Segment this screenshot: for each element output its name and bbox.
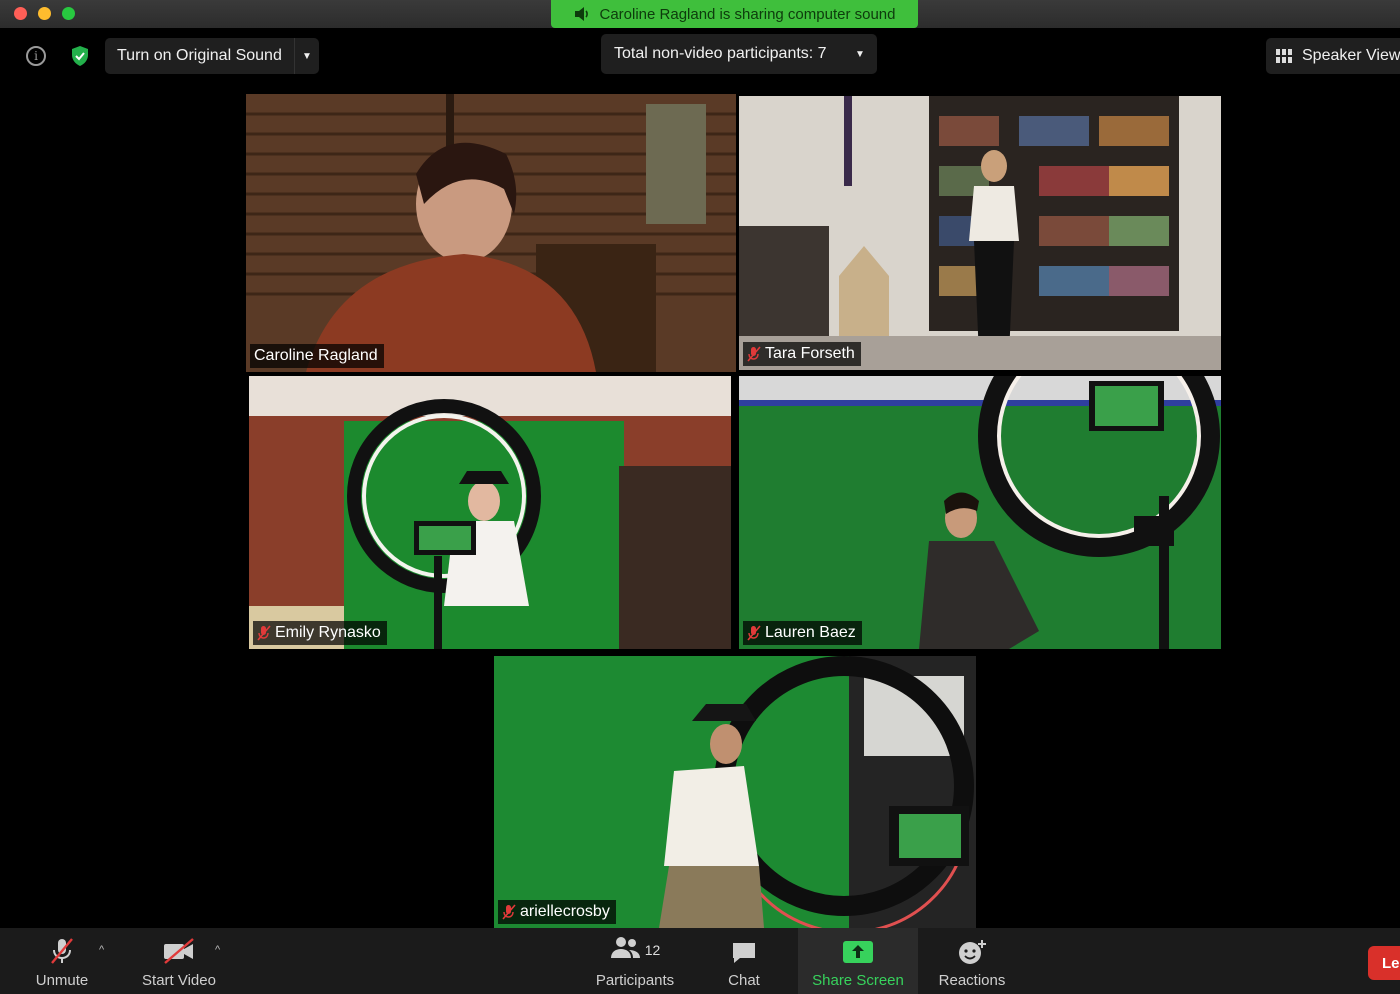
- participant-name-tag: Caroline Ragland: [250, 344, 384, 368]
- video-camera-off-icon: [164, 938, 194, 964]
- audio-options-caret[interactable]: ^: [99, 944, 104, 956]
- video-tile-tara[interactable]: Tara Forseth: [739, 96, 1221, 370]
- zoom-window-button[interactable]: [62, 7, 75, 20]
- minimize-window-button[interactable]: [38, 7, 51, 20]
- window-title-bar: Caroline Ragland is sharing computer sou…: [0, 0, 1400, 28]
- video-feed: [249, 376, 731, 649]
- reactions-label: Reactions: [938, 972, 1006, 989]
- participants-label: Participants: [595, 972, 675, 989]
- meeting-toolbar: Unmute ^ Start Video ^ 12 Participants C…: [0, 928, 1400, 994]
- participant-name: Tara Forseth: [765, 345, 855, 362]
- speaker-icon: [575, 7, 589, 21]
- muted-mic-icon: [747, 346, 761, 362]
- unmute-button[interactable]: Unmute: [28, 928, 96, 994]
- participant-name-tag: ariellecrosby: [498, 900, 616, 924]
- participant-name: Lauren Baez: [765, 624, 856, 641]
- original-sound-button[interactable]: Turn on Original Sound ▼: [105, 38, 319, 74]
- info-icon[interactable]: i: [26, 46, 46, 66]
- chevron-down-icon[interactable]: ▼: [294, 38, 319, 74]
- video-tile-arielle[interactable]: ariellecrosby: [494, 656, 976, 928]
- video-feed: [494, 656, 976, 928]
- encryption-shield-icon[interactable]: [70, 45, 90, 67]
- start-video-label: Start Video: [142, 972, 216, 989]
- participant-name: Emily Rynasko: [275, 624, 381, 641]
- participant-name-tag: Lauren Baez: [743, 621, 862, 645]
- original-sound-label: Turn on Original Sound: [117, 47, 282, 64]
- share-banner-text: Caroline Ragland is sharing computer sou…: [599, 5, 896, 23]
- chat-button[interactable]: Chat: [714, 928, 774, 994]
- share-screen-button[interactable]: Share Screen: [798, 928, 918, 994]
- start-video-button[interactable]: Start Video: [132, 928, 226, 994]
- video-options-caret[interactable]: ^: [215, 944, 220, 956]
- non-video-participants-label: Total non-video participants: 7: [614, 45, 827, 62]
- chevron-down-icon: ▼: [855, 48, 865, 60]
- chat-bubble-icon: [733, 943, 755, 963]
- close-window-button[interactable]: [14, 7, 27, 20]
- participants-icon: [610, 937, 640, 958]
- video-feed: [246, 94, 736, 372]
- share-screen-label: Share Screen: [812, 972, 904, 989]
- leave-button[interactable]: Leave: [1368, 946, 1400, 980]
- participant-name-tag: Emily Rynasko: [253, 621, 387, 645]
- participants-button[interactable]: 12 Participants: [586, 928, 684, 994]
- muted-mic-icon: [747, 625, 761, 641]
- chat-label: Chat: [728, 972, 760, 989]
- unmute-label: Unmute: [35, 972, 89, 989]
- speaker-view-button[interactable]: Speaker View: [1266, 38, 1400, 74]
- video-tile-emily[interactable]: Emily Rynasko: [249, 376, 731, 649]
- share-screen-icon: [843, 941, 873, 963]
- participants-count: 12: [644, 942, 661, 958]
- muted-mic-icon: [257, 625, 271, 641]
- reactions-button[interactable]: Reactions: [930, 928, 1014, 994]
- sharing-sound-banner[interactable]: Caroline Ragland is sharing computer sou…: [551, 0, 918, 28]
- non-video-participants-dropdown[interactable]: Total non-video participants: 7 ▼: [601, 34, 877, 74]
- view-label: Speaker View: [1302, 47, 1400, 64]
- muted-mic-icon: [502, 904, 516, 920]
- emoji-add-icon: [959, 940, 986, 964]
- participant-name-tag: Tara Forseth: [743, 342, 861, 366]
- leave-label: Leave: [1382, 954, 1400, 972]
- meeting-top-bar: i Turn on Original Sound ▼ Total non-vid…: [0, 28, 1400, 84]
- video-tile-lauren[interactable]: Lauren Baez: [739, 376, 1221, 649]
- participant-name: Caroline Ragland: [254, 347, 378, 364]
- video-tile-caroline[interactable]: Caroline Ragland: [246, 94, 736, 372]
- grid-icon: [1276, 49, 1292, 63]
- participant-name: ariellecrosby: [520, 903, 610, 920]
- video-feed: [739, 96, 1221, 370]
- microphone-muted-icon: [51, 938, 73, 964]
- video-feed: [739, 376, 1221, 649]
